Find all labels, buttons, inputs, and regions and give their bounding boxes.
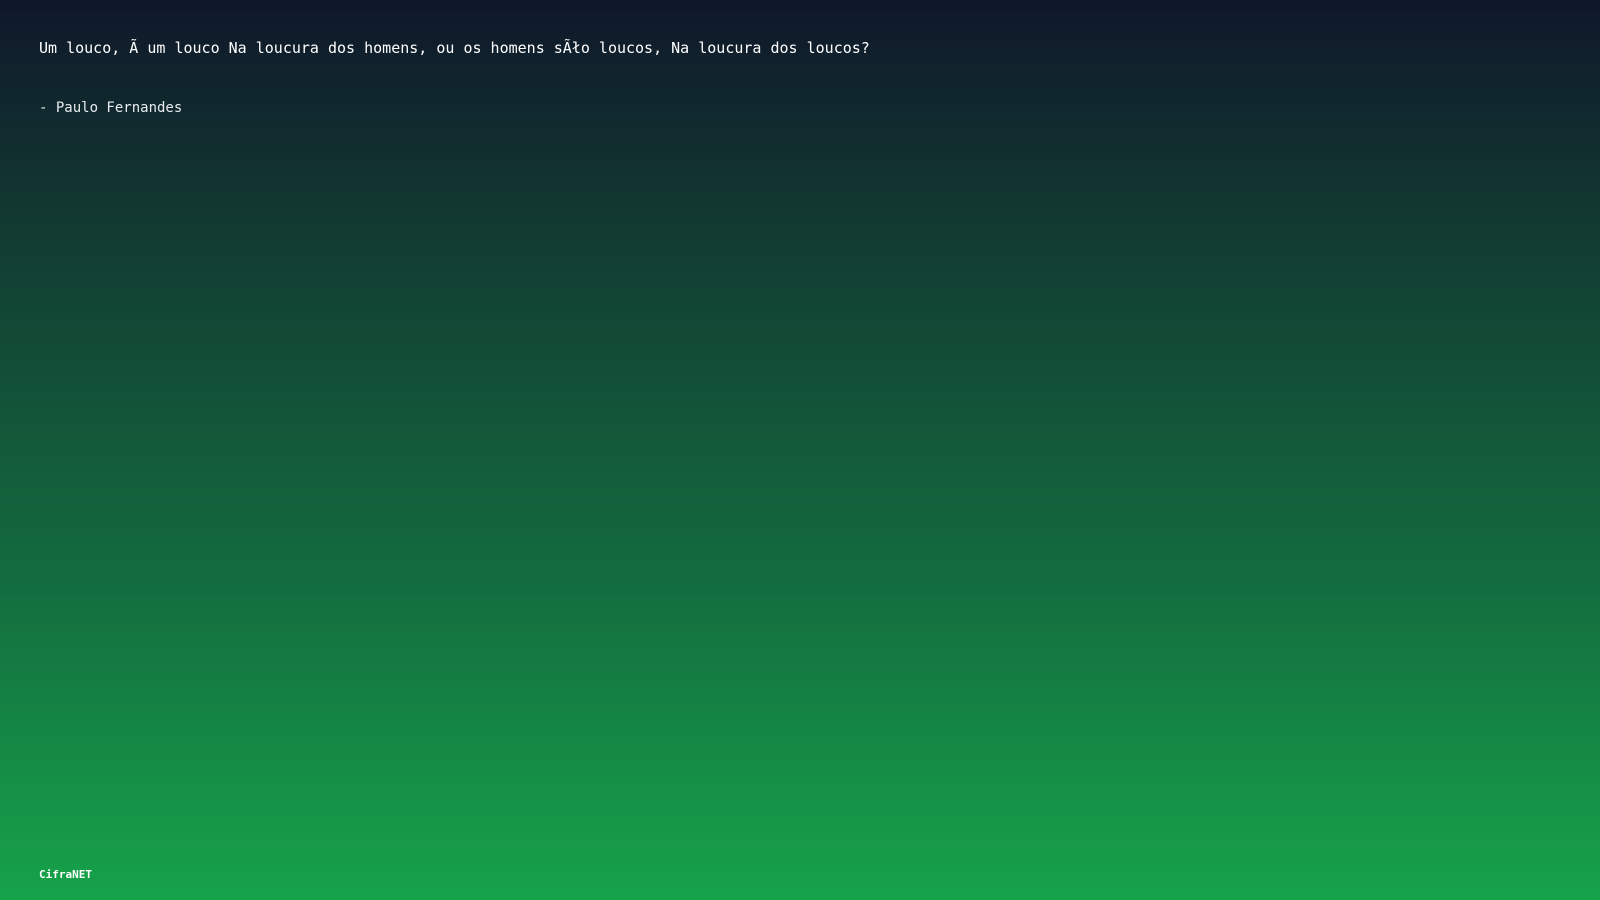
quote-author: - Paulo Fernandes	[39, 100, 183, 116]
quote-text: Um louco, Ã um louco Na loucura dos home…	[39, 39, 870, 57]
brand-label: CifraNET	[39, 868, 92, 881]
